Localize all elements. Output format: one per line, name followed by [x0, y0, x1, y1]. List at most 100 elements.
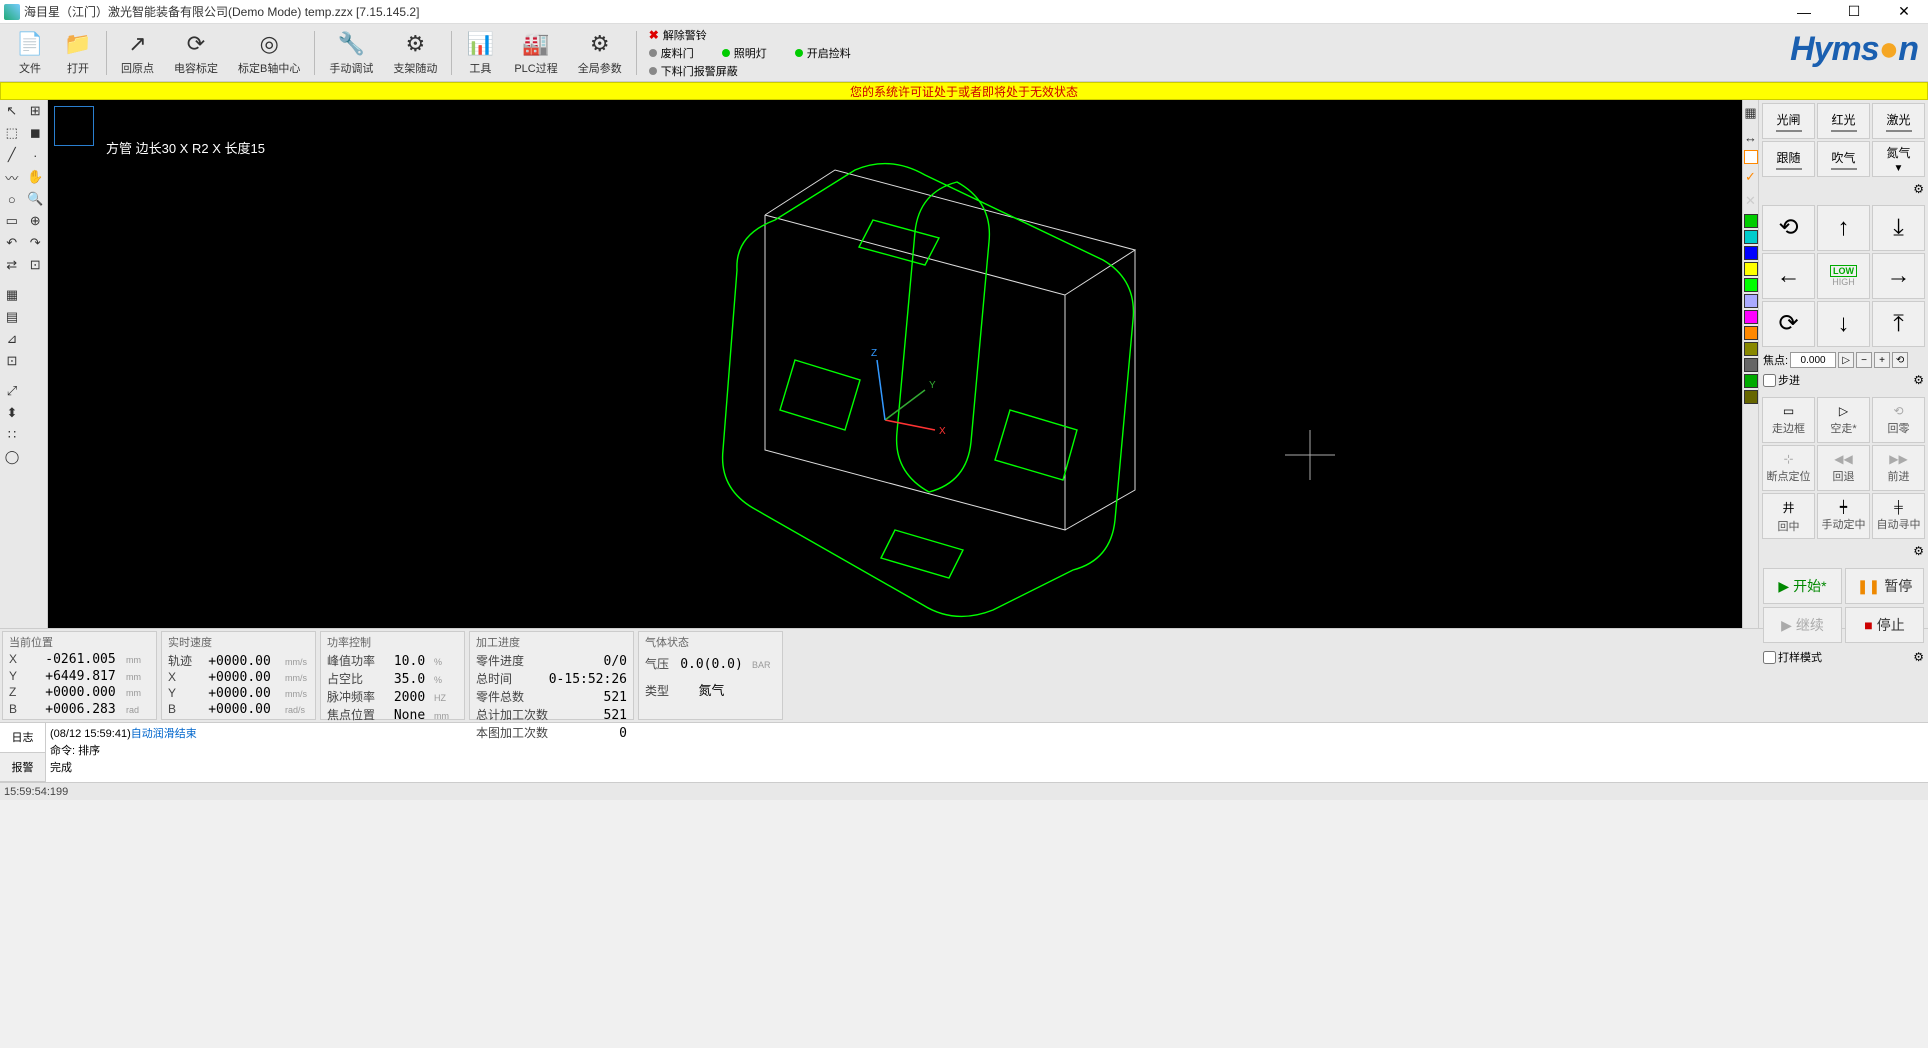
color-swatch[interactable] [1744, 150, 1758, 164]
pause-button[interactable]: ❚❚暂停 [1845, 568, 1924, 604]
frame-button[interactable]: ▭走边框 [1762, 397, 1815, 443]
left-button[interactable]: ← [1762, 253, 1815, 299]
gear-icon[interactable]: ⚙ [1913, 544, 1924, 558]
open-button[interactable]: 📁打开 [54, 26, 102, 80]
select-tool[interactable]: ↖ [0, 100, 24, 122]
group-tool[interactable]: ⊡ [24, 254, 48, 276]
redo-tool[interactable]: ↷ [24, 232, 48, 254]
start-button[interactable]: ▶开始* [1763, 568, 1842, 604]
hand-center-button[interactable]: ┿手动定中 [1817, 493, 1870, 539]
support-button[interactable]: ⚙支架随动 [383, 26, 447, 80]
log-tab[interactable]: 日志 [0, 723, 45, 753]
3d-viewport[interactable]: 方管 边长30 X R2 X 长度15 X Y Z [48, 100, 1742, 628]
color-swatch[interactable] [1744, 262, 1758, 276]
folder-icon: 📁 [64, 30, 92, 58]
view-cube[interactable] [54, 106, 94, 146]
laser-button[interactable]: 激光 [1872, 103, 1925, 139]
node-tool[interactable]: ⬚ [0, 122, 24, 144]
focus-reset-button[interactable]: ⟲ [1892, 352, 1908, 368]
color-swatch[interactable] [1744, 310, 1758, 324]
blow-button[interactable]: 吹气 [1817, 141, 1870, 177]
gear-icon[interactable]: ⚙ [1913, 373, 1924, 387]
tools-button[interactable]: 📊工具 [456, 26, 504, 80]
color-swatch[interactable] [1744, 358, 1758, 372]
z-down-button[interactable]: ⤒ [1872, 301, 1925, 347]
expand-tool[interactable]: ⤢ [0, 380, 24, 402]
left-toolbar: ↖⊞ ⬚◼ ╱· 〰✋ ○🔍 ▭⊕ ↶↷ ⇄⊡ ▦ ▤ ⊿ ⊡ ⤢ ⬍ ∷ ◯ [0, 100, 48, 628]
mirror-tool[interactable]: ⇄ [0, 254, 24, 276]
extrude-tool[interactable]: ⬍ [0, 402, 24, 424]
array-tool[interactable]: ∷ [0, 424, 24, 446]
maximize-button[interactable]: ☐ [1834, 2, 1874, 22]
shield-row[interactable]: 下料门报警屏蔽 [649, 63, 851, 79]
point-tool[interactable]: · [24, 144, 48, 166]
z-up-button[interactable]: ⤓ [1872, 205, 1925, 251]
focus-minus-button[interactable]: − [1856, 352, 1872, 368]
gear-icon[interactable]: ⚙ [1913, 182, 1924, 196]
pan-tool[interactable]: ✋ [24, 166, 48, 188]
grid-tool[interactable]: ⊞ [24, 100, 48, 122]
rotate-cw-icon: ⟳ [1778, 312, 1798, 336]
curve-tool[interactable]: 〰 [0, 166, 24, 188]
fit-tool[interactable]: ⊕ [24, 210, 48, 232]
breakpoint-button[interactable]: ⊹断点定位 [1762, 445, 1815, 491]
zero-button[interactable]: ⟲回零 [1872, 397, 1925, 443]
back-button[interactable]: ◀◀回退 [1817, 445, 1870, 491]
center-button[interactable]: 井回中 [1762, 493, 1815, 539]
global-button[interactable]: ⚙全局参数 [568, 26, 632, 80]
color-swatch[interactable] [1744, 390, 1758, 404]
alarm-row[interactable]: ✖解除警铃 [649, 27, 851, 43]
close-button[interactable]: ✕ [1884, 2, 1924, 22]
focus-input[interactable] [1790, 352, 1836, 368]
focus-go-button[interactable]: ▷ [1838, 352, 1854, 368]
layer-tool[interactable]: ▦ [0, 284, 24, 306]
capacitance-button[interactable]: ⟳电容标定 [164, 26, 228, 80]
color-swatch[interactable] [1744, 246, 1758, 260]
up-button[interactable]: ↑ [1817, 205, 1870, 251]
step-checkbox[interactable] [1763, 374, 1776, 387]
slice-tool[interactable]: ▤ [0, 306, 24, 328]
status-panels: 当前位置 X-0261.005mm Y+6449.817mm Z+0000.00… [0, 628, 1928, 722]
circle-tool[interactable]: ○ [0, 188, 24, 210]
chart-icon: 📊 [466, 30, 494, 58]
minimize-button[interactable]: — [1784, 2, 1824, 22]
auto-center-button[interactable]: ╪自动寻中 [1872, 493, 1925, 539]
color-swatch[interactable] [1744, 326, 1758, 340]
home-button[interactable]: ↗回原点 [111, 26, 164, 80]
right-button[interactable]: → [1872, 253, 1925, 299]
square-tool[interactable]: ◼ [24, 122, 48, 144]
color-swatch[interactable] [1744, 294, 1758, 308]
file-button[interactable]: 📄文件 [6, 26, 54, 80]
rotate-cw-button[interactable]: ⟳ [1762, 301, 1815, 347]
wrench-icon: 🔧 [337, 30, 365, 58]
redlight-button[interactable]: 红光 [1817, 103, 1870, 139]
follow-button[interactable]: 跟随 [1762, 141, 1815, 177]
forward-button[interactable]: ▶▶前进 [1872, 445, 1925, 491]
rect-tool[interactable]: ▭ [0, 210, 24, 232]
manual-button[interactable]: 🔧手动调试 [319, 26, 383, 80]
color-swatch[interactable] [1744, 342, 1758, 356]
shutter-button[interactable]: 光闸 [1762, 103, 1815, 139]
text-tool[interactable]: ⊡ [0, 350, 24, 372]
line-tool[interactable]: ╱ [0, 144, 24, 166]
plc-button[interactable]: 🏭PLC过程 [504, 26, 567, 80]
dot-tool[interactable]: ◯ [0, 446, 24, 468]
undo-tool[interactable]: ↶ [0, 232, 24, 254]
rotate-ccw-button[interactable]: ⟲ [1762, 205, 1815, 251]
measure-tool[interactable]: ⊿ [0, 328, 24, 350]
color-swatch[interactable] [1744, 278, 1758, 292]
baxis-button[interactable]: ◎标定B轴中心 [228, 26, 310, 80]
color-swatch[interactable] [1744, 374, 1758, 388]
color-swatch[interactable] [1744, 230, 1758, 244]
dryrun-button[interactable]: ▷空走* [1817, 397, 1870, 443]
file-icon: 📄 [16, 30, 44, 58]
alarm-tab[interactable]: 报警 [0, 753, 45, 783]
down-button[interactable]: ↓ [1817, 301, 1870, 347]
gray-dot-icon [649, 67, 657, 75]
capacitance-icon: ⟳ [182, 30, 210, 58]
speed-toggle[interactable]: LOWHIGH [1817, 253, 1870, 299]
nitrogen-button[interactable]: 氮气▼ [1872, 141, 1925, 177]
color-swatch[interactable] [1744, 214, 1758, 228]
focus-plus-button[interactable]: + [1874, 352, 1890, 368]
zoom-tool[interactable]: 🔍 [24, 188, 48, 210]
